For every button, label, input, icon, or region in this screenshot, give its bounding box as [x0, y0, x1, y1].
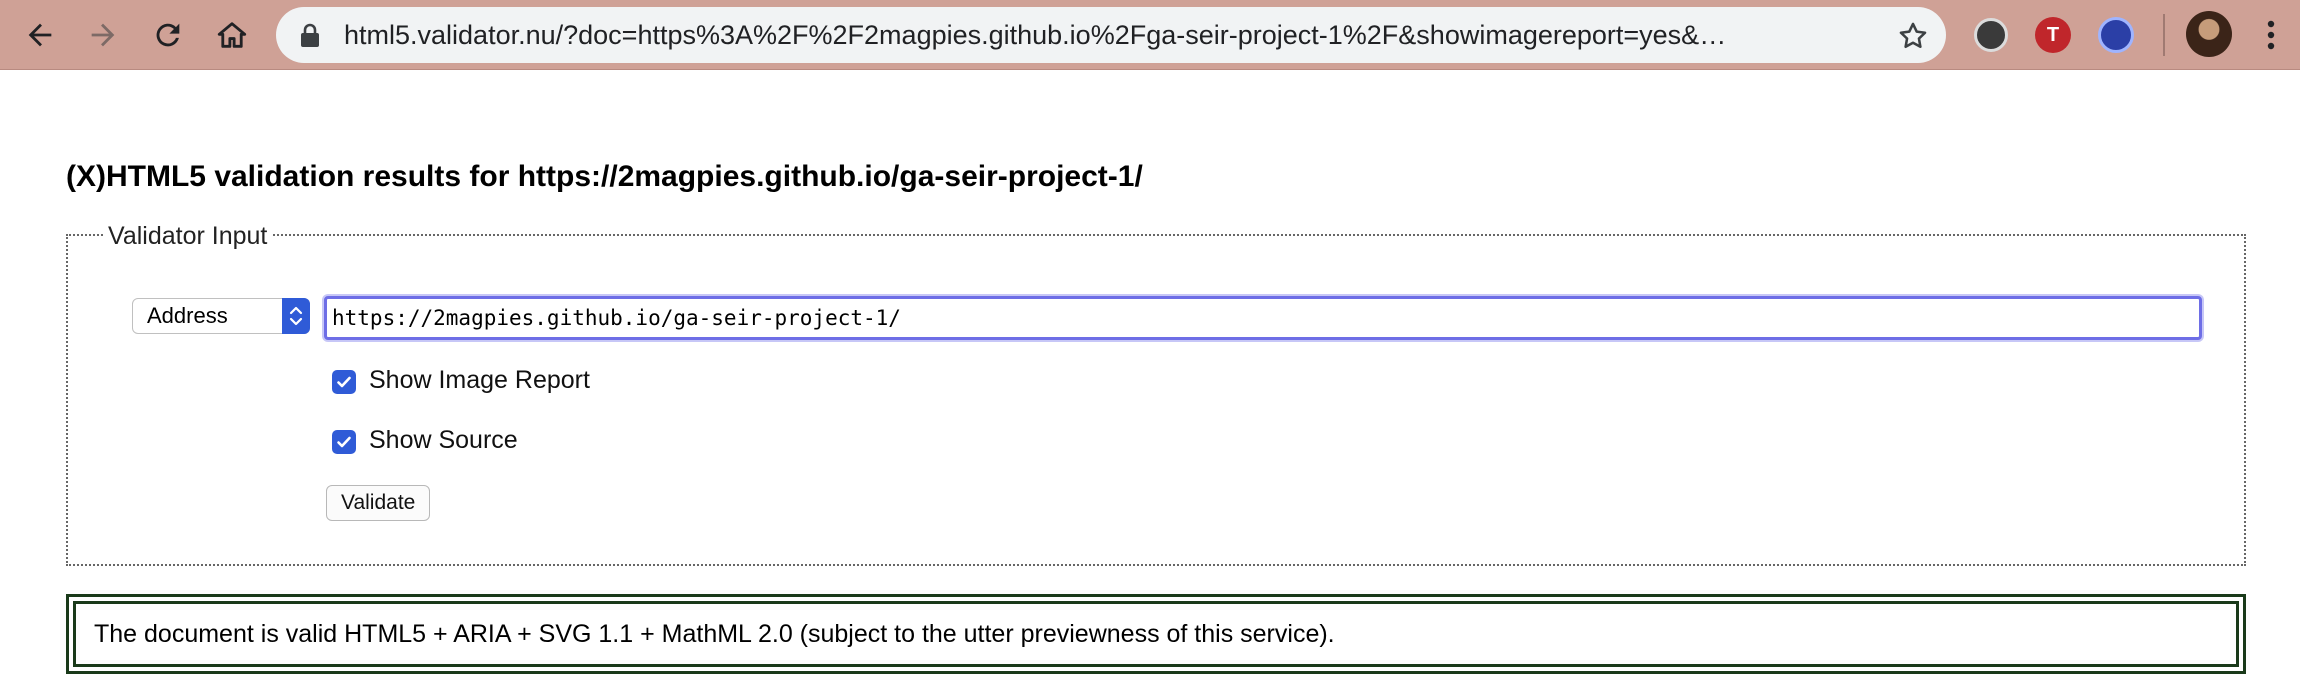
forward-button[interactable] — [79, 11, 127, 59]
page-title: (X)HTML5 validation results for https://… — [66, 160, 1143, 193]
result-message: The document is valid HTML5 + ARIA + SVG… — [73, 601, 2239, 667]
input-mode-select[interactable]: Address — [132, 298, 310, 334]
show-source-checkbox[interactable] — [332, 430, 356, 454]
home-icon — [217, 22, 247, 48]
reload-button[interactable] — [144, 11, 192, 59]
show-image-report-checkbox[interactable] — [332, 370, 356, 394]
checkmark-icon — [337, 376, 351, 388]
reload-icon — [156, 23, 180, 47]
extension-blue-icon[interactable] — [2098, 17, 2134, 53]
lock-icon — [301, 23, 319, 47]
kebab-menu-icon[interactable] — [2258, 14, 2284, 56]
show-source-label[interactable]: Show Source — [369, 426, 518, 455]
star-icon[interactable] — [1896, 19, 1930, 53]
forward-arrow-icon — [91, 23, 115, 47]
toolbar-divider — [2163, 14, 2165, 56]
validate-button[interactable]: Validate — [326, 485, 431, 521]
fieldset-legend: Validator Input — [104, 222, 272, 251]
extension-todoist-icon[interactable]: T — [2035, 17, 2071, 53]
back-button[interactable] — [16, 11, 64, 59]
show-image-report-label[interactable]: Show Image Report — [369, 366, 590, 395]
address-bar-url[interactable]: html5.validator.nu/?doc=https%3A%2F%2F2m… — [344, 7, 1884, 63]
profile-avatar[interactable] — [2186, 11, 2232, 57]
result-message-box: The document is valid HTML5 + ARIA + SVG… — [66, 594, 2246, 674]
home-button[interactable] — [208, 11, 256, 59]
browser-toolbar: html5.validator.nu/?doc=https%3A%2F%2F2m… — [0, 0, 2300, 70]
address-bar[interactable]: html5.validator.nu/?doc=https%3A%2F%2F2m… — [276, 7, 1946, 63]
input-mode-value: Address — [147, 303, 228, 328]
back-arrow-icon — [28, 23, 52, 47]
checkmark-icon — [337, 436, 351, 448]
select-arrows-icon — [282, 298, 310, 334]
document-url-input[interactable] — [324, 296, 2202, 340]
extension-orb-icon[interactable] — [1974, 18, 2008, 52]
